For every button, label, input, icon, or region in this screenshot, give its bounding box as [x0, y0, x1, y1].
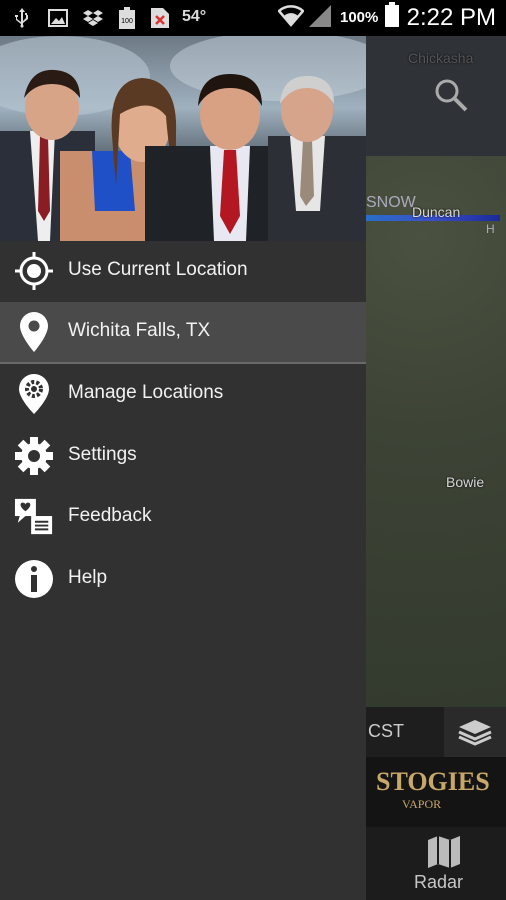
bottom-nav: Radar [366, 827, 506, 900]
map-label-duncan: Duncan [412, 204, 461, 220]
crosshair-icon [14, 251, 54, 291]
pin-gear-icon [14, 374, 54, 414]
location-pin-icon [14, 312, 54, 352]
drawer-item-wichita-falls[interactable]: Wichita Falls, TX [0, 302, 366, 364]
svg-text:100: 100 [121, 18, 133, 25]
drawer-item-manage-locations[interactable]: Manage Locations [0, 364, 366, 424]
drawer-item-label: Manage Locations [68, 382, 224, 403]
battery-icon [384, 2, 400, 27]
feedback-icon [14, 497, 54, 537]
search-icon[interactable] [434, 78, 468, 117]
legend-high: H [486, 222, 495, 236]
map-label-bowie: Bowie [446, 474, 485, 490]
drawer-item-settings[interactable]: Settings [0, 426, 366, 486]
drawer-item-label: Help [68, 567, 108, 588]
ad-sub: VAPOR [402, 797, 442, 811]
battery-percent: 100% [340, 9, 379, 26]
time-bar: CST [366, 707, 506, 757]
navigation-drawer: Use Current Location Wichita Falls, TX M… [0, 36, 366, 900]
close-notify-icon [150, 8, 170, 28]
ad-banner[interactable]: STOGIES VAPOR [366, 757, 506, 827]
drawer-item-feedback[interactable]: Feedback [0, 487, 366, 547]
battery-100-icon: 100 [118, 7, 136, 29]
wifi-icon [278, 5, 304, 27]
drawer-item-label: Wichita Falls, TX [68, 320, 211, 341]
radar-map[interactable]: Chickasha SNOW H Duncan Bowie [366, 36, 506, 707]
clock: 2:22 PM [406, 4, 496, 31]
radar-tab-label[interactable]: Radar [414, 872, 463, 893]
weather-team-photo [0, 36, 366, 241]
gallery-icon [48, 8, 68, 28]
status-bar: 100 54° 100% 2:22 PM [0, 0, 506, 36]
legend-label: SNOW [366, 194, 416, 211]
usb-icon [14, 8, 30, 28]
signal-icon [308, 5, 332, 27]
info-icon [14, 559, 54, 599]
temperature-text: 54° [182, 8, 207, 25]
layers-button[interactable] [444, 707, 506, 757]
drawer-item-label: Use Current Location [68, 259, 248, 280]
drawer-item-label: Feedback [68, 505, 152, 526]
drawer-item-use-current-location[interactable]: Use Current Location [0, 241, 366, 301]
gear-icon [14, 436, 54, 476]
layers-icon [458, 720, 492, 746]
dropbox-icon [82, 8, 104, 28]
map-label-chickasha: Chickasha [408, 50, 474, 66]
drawer-item-label: Settings [68, 444, 137, 465]
timezone-label: CST [368, 721, 404, 741]
drawer-item-help[interactable]: Help [0, 549, 366, 609]
map-icon[interactable] [426, 835, 462, 874]
ad-brand: STOGIES [376, 767, 490, 796]
